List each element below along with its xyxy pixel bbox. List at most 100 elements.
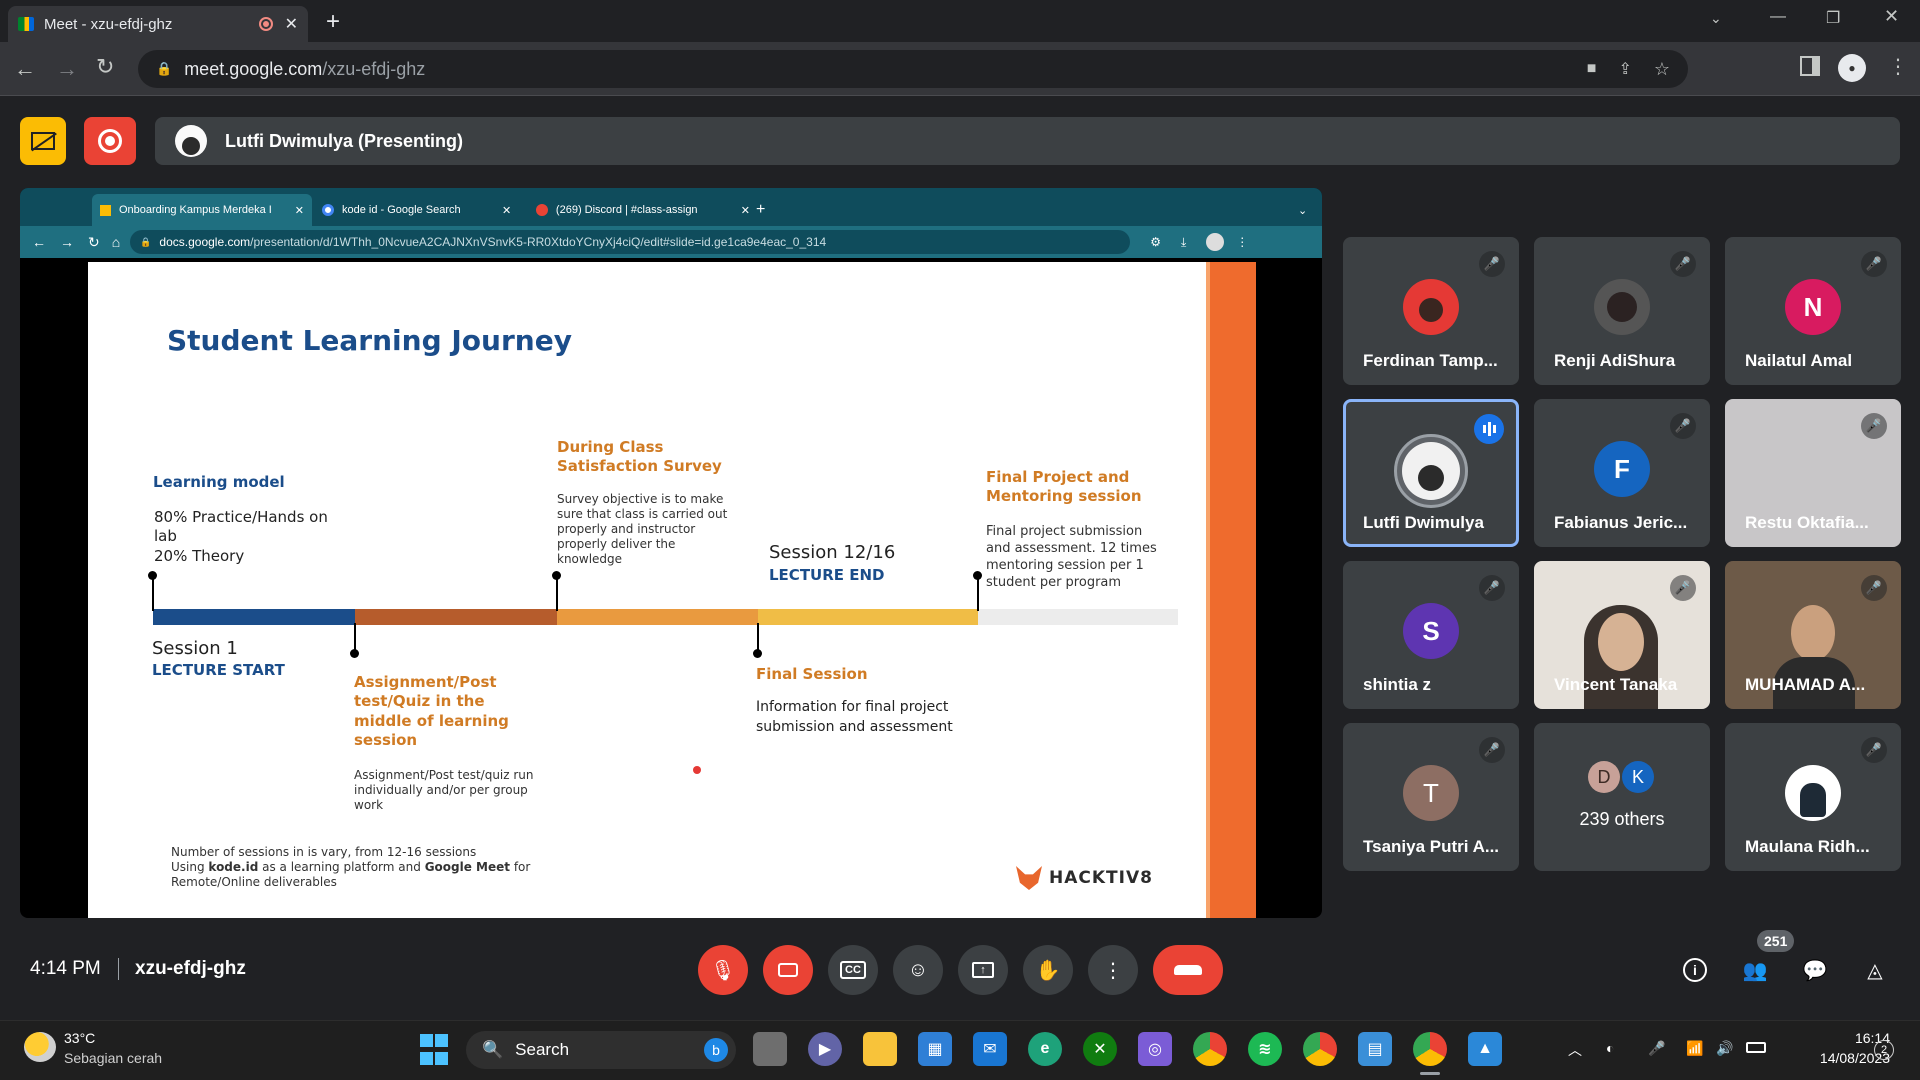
camera-toggle-button[interactable] [763, 945, 813, 995]
chrome-profile-icon[interactable] [1303, 1032, 1337, 1066]
new-tab-icon[interactable]: + [326, 8, 340, 36]
show-hidden-icons[interactable]: ︿ [1568, 1040, 1582, 1060]
participant-avatar: F [1594, 441, 1650, 497]
edge-icon[interactable]: e [1028, 1032, 1062, 1066]
camera-icon[interactable]: ■ [1587, 60, 1597, 78]
microphone-tray-icon[interactable]: 🎤 [1648, 1040, 1665, 1057]
forward-icon[interactable]: → [56, 56, 78, 82]
lecture-end-label: LECTURE END [769, 566, 885, 584]
reactions-button[interactable]: ☺ [893, 945, 943, 995]
learning-model-heading: Learning model [153, 473, 285, 491]
teams-icon[interactable]: ▶ [808, 1032, 842, 1066]
chat-button[interactable]: 💬 [1790, 945, 1840, 995]
present-button[interactable]: ↑ [958, 945, 1008, 995]
xbox-icon[interactable]: ✕ [1083, 1032, 1117, 1066]
participant-tile[interactable]: 🎤 Renji AdiShura [1534, 237, 1710, 385]
participant-tile[interactable]: 🎤 T Tsaniya Putri A... [1343, 723, 1519, 871]
weather-icon[interactable] [24, 1032, 56, 1062]
timeline-segment-blue [153, 609, 355, 625]
tab-search-icon[interactable]: ⌄ [1710, 10, 1722, 27]
timeline-marker-session-1 [152, 575, 154, 611]
photos-icon[interactable]: ▲ [1468, 1032, 1502, 1066]
participant-tile[interactable]: 🎤 Maulana Ridh... [1725, 723, 1901, 871]
notepad-icon[interactable]: ▤ [1358, 1032, 1392, 1066]
record-button[interactable] [84, 117, 136, 165]
spotify-icon[interactable]: ≋ [1248, 1032, 1282, 1066]
activities-button[interactable]: ◬ [1850, 945, 1900, 995]
participant-tile[interactable]: 🎤 F Fabianus Jeric... [1534, 399, 1710, 547]
others-tile[interactable]: D K 239 others [1534, 723, 1710, 871]
presentation-icon-button[interactable] [20, 117, 66, 165]
timeline-marker-final-project [977, 575, 979, 611]
timeline-segment-gray [978, 609, 1178, 625]
info-icon: i [1683, 958, 1707, 982]
discord-icon [536, 204, 548, 216]
close-window-icon[interactable]: ✕ [1884, 6, 1899, 27]
battery-icon[interactable] [1746, 1042, 1766, 1053]
chat-icon: 💬 [1802, 959, 1828, 982]
notification-badge[interactable]: 2 [1874, 1040, 1894, 1060]
taskbar-search-box[interactable]: 🔍 Search b [466, 1031, 736, 1069]
share-icon[interactable]: ⇪ [1618, 59, 1631, 79]
timeline-marker-survey [556, 575, 558, 611]
raise-hand-button[interactable]: ✋ [1023, 945, 1073, 995]
more-options-button[interactable]: ⋮ [1088, 945, 1138, 995]
speaking-indicator-icon [1474, 414, 1504, 444]
back-icon[interactable]: ← [14, 56, 36, 82]
windows-taskbar [0, 1020, 1920, 1080]
chrome-icon[interactable] [1193, 1032, 1227, 1066]
reload-icon[interactable]: ↻ [96, 54, 114, 80]
mic-off-icon: 🎤 [1670, 413, 1696, 439]
participant-name: Tsaniya Putri A... [1363, 837, 1500, 856]
address-bar[interactable]: 🔒 meet.google.com /xzu-efdj-ghz ■ ⇪ ☆ [138, 50, 1688, 88]
participant-tile-video[interactable]: 🎤 MUHAMAD A... [1725, 561, 1901, 709]
more-vert-icon: ⋮ [1103, 959, 1123, 982]
session-end-label: Session 12/16 [769, 542, 896, 563]
mic-off-icon: 🎤 [1479, 737, 1505, 763]
close-tab-icon[interactable]: ✕ [285, 14, 298, 34]
leave-call-button[interactable] [1153, 945, 1223, 995]
profile-avatar[interactable]: ● [1838, 54, 1866, 82]
participant-avatar [1403, 279, 1459, 335]
participant-tile[interactable]: 🎤 S shintia z [1343, 561, 1519, 709]
side-panel-icon[interactable] [1800, 56, 1820, 76]
browser-tab-strip: Meet - xzu-efdj-ghz ✕ + ⌄ — ❐ ✕ [0, 0, 1920, 42]
windows-start-icon[interactable] [417, 1032, 451, 1066]
minimize-icon[interactable]: — [1770, 8, 1786, 26]
task-view-icon[interactable] [753, 1032, 787, 1066]
weather-temp[interactable]: 33°C [64, 1030, 95, 1046]
search-icon: 🔍 [482, 1040, 504, 1059]
recording-icon [258, 17, 273, 31]
mic-off-icon: 🎤 [1479, 575, 1505, 601]
participant-tile-video[interactable]: 🎤 Vincent Tanaka [1534, 561, 1710, 709]
mic-off-icon: 🎤 [1670, 575, 1696, 601]
timeline-segment-orange [557, 609, 758, 625]
browser-menu-icon[interactable]: ⋮ [1888, 54, 1908, 79]
mic-off-icon: 🎤 [1861, 575, 1887, 601]
microphone-toggle-button[interactable]: 🎙 [698, 945, 748, 995]
chrome-active-icon[interactable] [1413, 1032, 1447, 1066]
volume-icon[interactable]: 🔊 [1716, 1040, 1733, 1057]
store-icon[interactable]: ▦ [918, 1032, 952, 1066]
bookmark-star-icon[interactable]: ☆ [1654, 59, 1670, 80]
participant-tile[interactable]: 🎤 Ferdinan Tamp... [1343, 237, 1519, 385]
restore-icon[interactable]: ❐ [1826, 8, 1840, 28]
participant-name: Lutfi Dwimulya [1363, 513, 1484, 532]
participant-name: Vincent Tanaka [1554, 675, 1678, 694]
wifi-icon[interactable]: 📶 [1686, 1040, 1703, 1057]
participant-tile-video[interactable]: 🎤 Restu Oktafia... [1725, 399, 1901, 547]
people-button[interactable]: 👥 [1730, 945, 1780, 995]
shared-tab-menu-icon: ⌄ [1298, 204, 1308, 217]
browser-tab-meet[interactable]: Meet - xzu-efdj-ghz ✕ [8, 6, 308, 42]
assignment-title-3: middle of learning [354, 712, 509, 730]
captions-button[interactable]: CC [828, 945, 878, 995]
meeting-details-button[interactable]: i [1670, 945, 1720, 995]
participant-tile[interactable]: 🎤 N Nailatul Amal [1725, 237, 1901, 385]
mic-off-icon: 🎤 [1861, 413, 1887, 439]
file-explorer-icon[interactable] [863, 1032, 897, 1066]
mail-icon[interactable]: ✉ [973, 1032, 1007, 1066]
participant-tile-active-speaker[interactable]: Lutfi Dwimulya [1343, 399, 1519, 547]
weather-desc[interactable]: Sebagian cerah [64, 1050, 162, 1066]
app-icon[interactable]: ◎ [1138, 1032, 1172, 1066]
meet-tray-icon[interactable]: ◐ [1606, 1040, 1614, 1056]
